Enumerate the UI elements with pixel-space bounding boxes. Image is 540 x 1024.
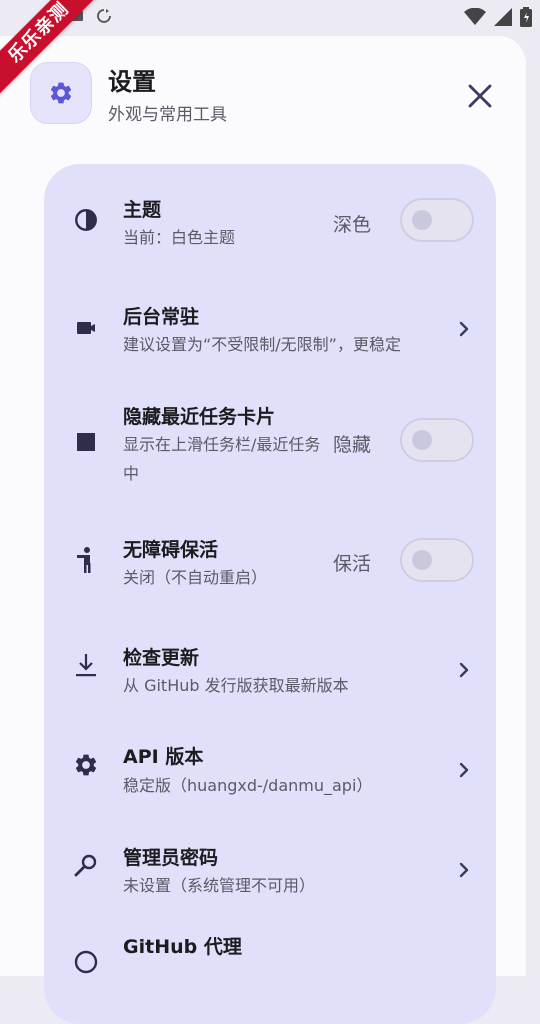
download-icon	[72, 651, 100, 679]
hide-recents-toggle[interactable]	[400, 418, 474, 462]
video-camera-icon	[72, 314, 100, 342]
header-settings-icon	[30, 62, 92, 124]
chevron-right-icon	[459, 762, 469, 778]
setting-subtitle: 关闭（不自动重启）	[123, 568, 268, 587]
setting-title: 后台常驻	[123, 306, 200, 328]
toggle-knob	[412, 210, 432, 230]
setting-title: 无障碍保活	[123, 539, 219, 561]
setting-admin-password[interactable]: 管理员密码 未设置（系统管理不可用）	[44, 814, 496, 914]
setting-subtitle: 建议设置为“不受限制/无限制”，更稳定	[123, 335, 401, 354]
setting-title: 检查更新	[123, 647, 200, 669]
wifi-icon	[464, 8, 486, 25]
chevron-right-icon	[459, 321, 469, 337]
globe-icon	[72, 948, 100, 976]
gear-icon	[72, 751, 100, 779]
page-subtitle: 外观与常用工具	[108, 105, 227, 125]
chevron-right-icon	[459, 662, 469, 678]
setting-value: 隐藏	[333, 434, 372, 456]
setting-accessibility-keepalive[interactable]: 无障碍保活 关闭（不自动重启） 保活	[44, 506, 496, 614]
setting-subtitle: 从 GitHub 发行版获取最新版本	[123, 676, 349, 695]
toggle-knob	[412, 430, 432, 450]
setting-subtitle: 稳定版（huangxd-/danmu_api）	[123, 776, 373, 795]
setting-github-proxy[interactable]: GitHub 代理	[44, 914, 496, 1014]
signal-icon	[494, 8, 512, 26]
setting-title: 主题	[123, 199, 162, 221]
setting-title: 管理员密码	[123, 847, 219, 869]
square-icon	[72, 428, 100, 456]
status-right-icons	[464, 7, 532, 27]
close-icon	[468, 84, 492, 108]
setting-title: API 版本	[123, 746, 204, 768]
sync-icon	[97, 9, 111, 23]
accessibility-toggle[interactable]	[400, 538, 474, 582]
settings-sheet: 设置 外观与常用工具 主题 当前：白色主题 深色 后台常驻 建议设置为“不受限制…	[0, 36, 526, 1024]
setting-background-keepalive[interactable]: 后台常驻 建议设置为“不受限制/无限制”，更稳定	[44, 276, 496, 376]
setting-value: 深色	[333, 214, 372, 236]
contrast-icon	[72, 206, 100, 234]
accessibility-icon	[72, 546, 100, 574]
key-icon	[72, 851, 100, 879]
battery-icon	[520, 7, 532, 27]
settings-card: 主题 当前：白色主题 深色 后台常驻 建议设置为“不受限制/无限制”，更稳定 隐…	[44, 164, 496, 1024]
setting-subtitle: 显示在上滑任务栏/最近任务中	[123, 435, 321, 483]
toggle-knob	[412, 550, 432, 570]
setting-api-version[interactable]: API 版本 稳定版（huangxd-/danmu_api）	[44, 714, 496, 814]
setting-title: GitHub 代理	[123, 936, 242, 958]
setting-theme[interactable]: 主题 当前：白色主题 深色	[44, 164, 496, 276]
setting-value: 保活	[333, 553, 372, 575]
setting-subtitle: 未设置（系统管理不可用）	[123, 876, 316, 895]
close-button[interactable]	[460, 76, 500, 116]
page-title: 设置	[108, 68, 156, 96]
theme-toggle[interactable]	[400, 198, 474, 242]
setting-subtitle: 当前：白色主题	[123, 228, 236, 247]
setting-hide-recents[interactable]: 隐藏最近任务卡片 显示在上滑任务栏/最近任务中 隐藏	[44, 376, 496, 506]
setting-title: 隐藏最近任务卡片	[123, 406, 276, 428]
chevron-right-icon	[459, 862, 469, 878]
setting-check-updates[interactable]: 检查更新 从 GitHub 发行版获取最新版本	[44, 614, 496, 714]
gear-icon	[50, 82, 72, 104]
